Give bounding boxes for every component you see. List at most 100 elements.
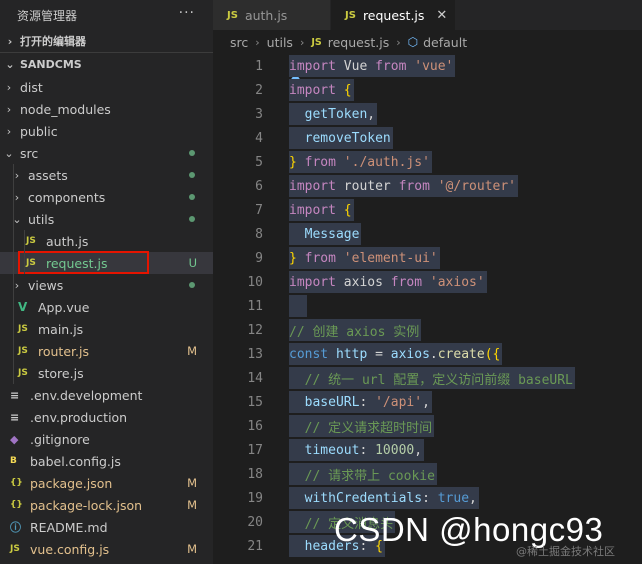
- code-line[interactable]: 12 // 创建 axios 实例: [213, 318, 642, 342]
- file-item[interactable]: ⓘ README.md: [0, 516, 213, 538]
- file-item[interactable]: JS router.js M: [0, 340, 213, 362]
- project-label: SANDCMS: [20, 57, 82, 71]
- code-line[interactable]: 16 // 定义请求超时时间: [213, 414, 642, 438]
- tree-item-label: router.js: [38, 343, 89, 359]
- file-item[interactable]: ≡ .env.production: [0, 406, 213, 428]
- line-number: 7: [255, 202, 263, 218]
- code-line[interactable]: 10 import axios from 'axios': [213, 270, 642, 294]
- chevron-down-icon: ⌄: [4, 146, 14, 160]
- folder-item[interactable]: › assets: [0, 164, 213, 186]
- chevron-down-icon: ⌄: [5, 57, 15, 71]
- file-item[interactable]: ◆ .gitignore: [0, 428, 213, 450]
- code-token: }: [289, 250, 297, 266]
- file-item[interactable]: JS store.js: [0, 362, 213, 384]
- code-token: ,: [469, 490, 477, 506]
- code-text: getToken,: [289, 103, 378, 125]
- js-file-icon: JS: [18, 324, 28, 334]
- code-line[interactable]: 14 // 统一 url 配置，定义访问前缀 baseURL: [213, 366, 642, 390]
- folder-item[interactable]: › public: [0, 120, 213, 142]
- code-token: import: [289, 202, 336, 218]
- breadcrumb: src › utils › JS request.js › ⬡ default: [213, 30, 642, 54]
- code-line[interactable]: 5} from './auth.js': [213, 150, 642, 174]
- tab-request-js[interactable]: JS request.js ✕: [331, 0, 456, 30]
- explorer-sidebar: 资源管理器 ··· › 打开的编辑器 ⌄ SANDCMS › dist › node_…: [0, 0, 213, 564]
- code-line[interactable]: 13 const http = axios. create({: [213, 342, 642, 366]
- code-line[interactable]: 17 timeout: 10000,: [213, 438, 642, 462]
- breadcrumb-item-src[interactable]: src: [230, 35, 248, 50]
- folder-item[interactable]: ⌄ utils: [0, 208, 213, 230]
- js-file-icon: JS: [18, 346, 28, 356]
- code-editor[interactable]: 1 import Vue from 'vue' 2 import {3 getToke…: [213, 54, 642, 564]
- code-token: from: [304, 250, 336, 266]
- tree-item-label: src: [20, 145, 39, 161]
- code-token: // 请求带上 cookie: [304, 468, 435, 484]
- folder-item[interactable]: › dist: [0, 76, 213, 98]
- git-status-dot: [189, 216, 195, 222]
- code-line[interactable]: 8 Message: [213, 222, 642, 246]
- code-token: timeout: [304, 442, 360, 458]
- code-token: // 创建 axios 实例: [289, 324, 420, 340]
- tree-item-label: .gitignore: [30, 431, 90, 447]
- code-line[interactable]: 4 removeToken: [213, 126, 642, 150]
- breadcrumb-item-symbol[interactable]: default: [423, 35, 467, 50]
- code-token: .: [429, 346, 438, 362]
- babel-file-icon: B: [10, 456, 17, 466]
- folder-item[interactable]: › components: [0, 186, 213, 208]
- code-text: // 定义请求超时时间: [289, 415, 435, 437]
- code-line[interactable]: 11: [213, 294, 642, 318]
- more-actions-icon[interactable]: ···: [179, 5, 195, 21]
- code-token: from: [390, 274, 423, 290]
- code-line[interactable]: 19 withCredentials: true,: [213, 486, 642, 510]
- annotation-highlight-box: [18, 251, 149, 274]
- code-line[interactable]: 2 import {: [213, 78, 642, 102]
- breadcrumb-item-utils[interactable]: utils: [267, 35, 293, 50]
- file-item[interactable]: JS main.js: [0, 318, 213, 340]
- file-item[interactable]: Bbabel.config.js: [0, 450, 213, 472]
- code-line[interactable]: 1 import Vue from 'vue': [213, 54, 642, 78]
- file-item[interactable]: JS vue.config.js M: [0, 538, 213, 560]
- file-item[interactable]: {} package-lock.json M: [0, 494, 213, 516]
- tab-label: auth.js: [244, 7, 288, 23]
- code-token: removeToken: [304, 130, 391, 146]
- code-token: from: [304, 154, 336, 170]
- code-text: } from 'element-ui': [289, 247, 440, 269]
- git-status-badge: M: [187, 542, 197, 556]
- code-line[interactable]: 6 import router from '@/router': [213, 174, 642, 198]
- code-text: } from './auth.js': [289, 151, 432, 173]
- git-status-dot: [189, 282, 195, 288]
- line-number: 19: [247, 490, 263, 506]
- folder-item[interactable]: › views: [0, 274, 213, 296]
- close-icon[interactable]: ✕: [436, 8, 447, 23]
- code-token: ,: [367, 106, 376, 122]
- code-text: timeout: 10000,: [289, 439, 425, 461]
- file-item[interactable]: {} package.json M: [0, 472, 213, 494]
- folder-item[interactable]: ⌄ src: [0, 142, 213, 164]
- explorer-header: 资源管理器 ···: [0, 0, 213, 30]
- code-token: 10000: [375, 442, 415, 458]
- line-number: 9: [255, 250, 263, 266]
- tab-auth-js[interactable]: JS auth.js: [213, 0, 331, 30]
- folder-item[interactable]: › node_modules: [0, 98, 213, 120]
- file-item[interactable]: V App.vue: [0, 296, 213, 318]
- code-token: '/api': [375, 394, 423, 410]
- project-section[interactable]: ⌄ SANDCMS: [0, 53, 213, 75]
- code-token: withCredentials: [304, 490, 423, 506]
- code-line[interactable]: 18 // 请求带上 cookie: [213, 462, 642, 486]
- code-token: baseURL: [304, 394, 360, 410]
- line-number: 10: [247, 274, 263, 290]
- code-line[interactable]: 15 baseURL: '/api',: [213, 390, 642, 414]
- code-line[interactable]: 7 import {: [213, 198, 642, 222]
- open-editors-section[interactable]: › 打开的编辑器: [0, 30, 213, 52]
- code-text: baseURL: '/api',: [289, 391, 432, 413]
- breadcrumb-item-file[interactable]: request.js: [328, 35, 389, 50]
- git-status-dot: [189, 150, 195, 156]
- file-item[interactable]: ≡ .env.development: [0, 384, 213, 406]
- code-line[interactable]: 9 } from 'element-ui': [213, 246, 642, 270]
- code-token: '@/router': [437, 178, 517, 194]
- file-item[interactable]: JS auth.js: [0, 230, 213, 252]
- line-number: 2: [255, 82, 263, 98]
- code-line[interactable]: 3 getToken,: [213, 102, 642, 126]
